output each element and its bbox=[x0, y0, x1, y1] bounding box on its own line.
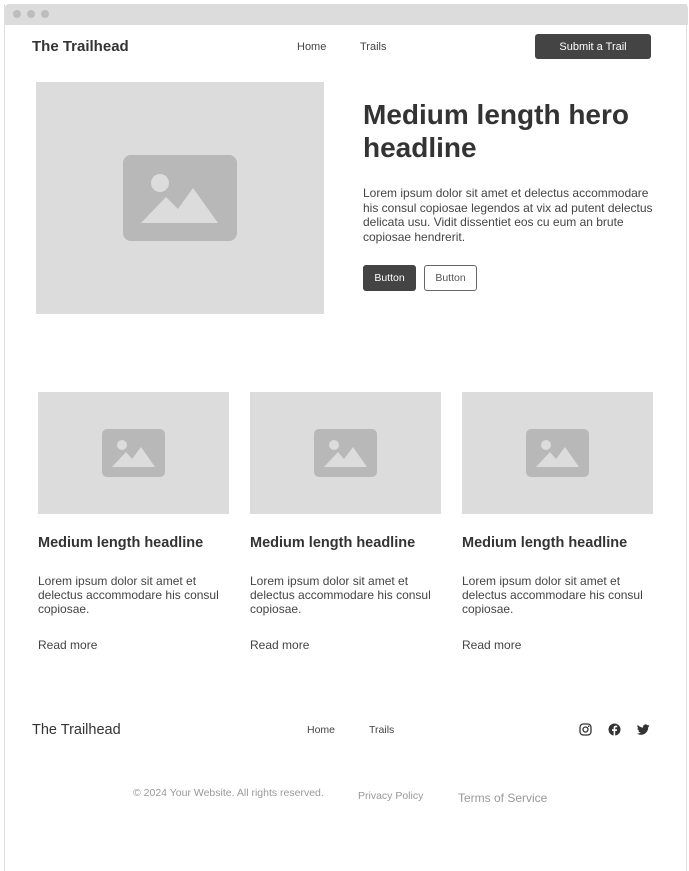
hero-primary-button[interactable]: Button bbox=[363, 265, 416, 291]
instagram-icon[interactable] bbox=[579, 723, 592, 736]
copyright-text: © 2024 Your Website. All rights reserved… bbox=[133, 787, 324, 799]
nav-link-home[interactable]: Home bbox=[297, 41, 326, 53]
footer-brand[interactable]: The Trailhead bbox=[32, 722, 121, 738]
site-brand[interactable]: The Trailhead bbox=[32, 38, 129, 55]
card-body-text: Lorem ipsum dolor sit amet et delectus a… bbox=[38, 574, 219, 616]
read-more-link[interactable]: Read more bbox=[250, 638, 309, 652]
card-image-placeholder bbox=[38, 392, 229, 514]
hero-secondary-button[interactable]: Button bbox=[424, 265, 477, 291]
image-placeholder-icon bbox=[526, 429, 589, 477]
window-maximize-dot[interactable] bbox=[41, 10, 49, 18]
read-more-link[interactable]: Read more bbox=[462, 638, 521, 652]
footer-link-home[interactable]: Home bbox=[307, 724, 335, 736]
image-placeholder-icon bbox=[314, 429, 377, 477]
card-body-text: Lorem ipsum dolor sit amet et delectus a… bbox=[462, 574, 643, 616]
card-body-text: Lorem ipsum dolor sit amet et delectus a… bbox=[250, 574, 431, 616]
hero-headline: Medium length hero headline bbox=[363, 99, 629, 163]
hero-body-text: Lorem ipsum dolor sit amet et delectus a… bbox=[363, 186, 653, 244]
submit-trail-button[interactable]: Submit a Trail bbox=[535, 34, 651, 59]
card-headline: Medium length headline bbox=[462, 535, 628, 551]
facebook-icon[interactable] bbox=[608, 723, 621, 736]
image-placeholder-icon bbox=[123, 155, 237, 241]
window-titlebar bbox=[5, 4, 688, 25]
window-close-dot[interactable] bbox=[13, 10, 21, 18]
card-headline: Medium length headline bbox=[38, 535, 204, 551]
card-image-placeholder bbox=[462, 392, 653, 514]
read-more-link[interactable]: Read more bbox=[38, 638, 97, 652]
card-image-placeholder bbox=[250, 392, 441, 514]
image-placeholder-icon bbox=[102, 429, 165, 477]
nav-link-trails[interactable]: Trails bbox=[360, 41, 386, 53]
privacy-policy-link[interactable]: Privacy Policy bbox=[358, 790, 423, 802]
terms-of-service-link[interactable]: Terms of Service bbox=[458, 791, 547, 805]
hero-image-placeholder bbox=[36, 82, 324, 314]
twitter-icon[interactable] bbox=[637, 723, 650, 736]
card-headline: Medium length headline bbox=[250, 535, 416, 551]
window-minimize-dot[interactable] bbox=[27, 10, 35, 18]
footer-link-trails[interactable]: Trails bbox=[369, 724, 394, 736]
